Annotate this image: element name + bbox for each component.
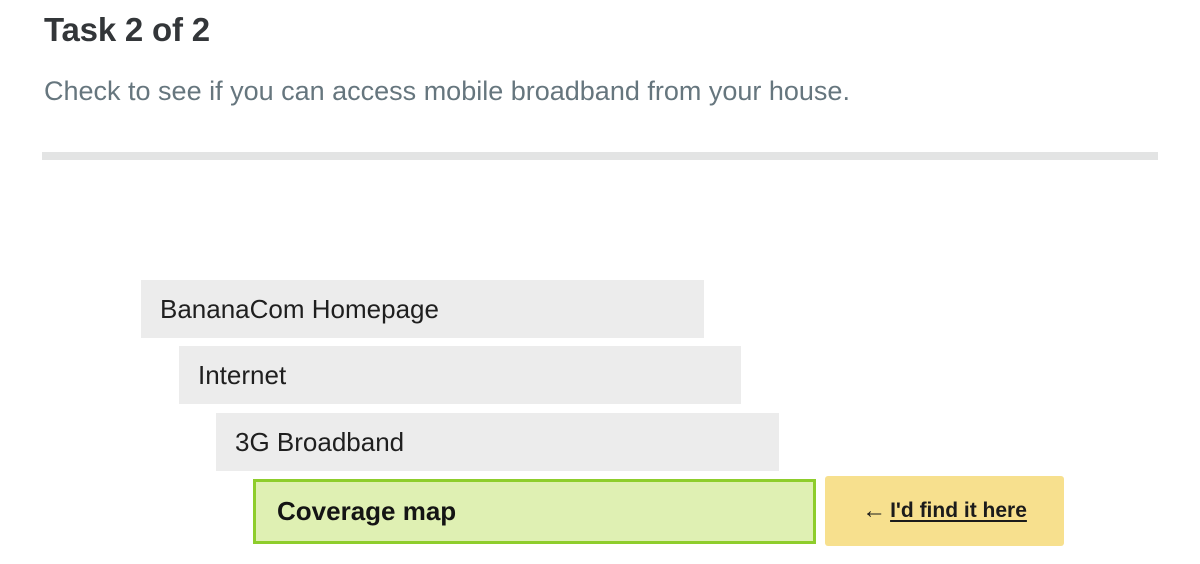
tree-node-bananacom-homepage[interactable]: BananaCom Homepage	[141, 280, 704, 338]
tree-node-3g-broadband[interactable]: 3G Broadband	[216, 413, 779, 471]
find-it-here-label: I'd find it here	[890, 499, 1027, 522]
tree-node-coverage-map-selected[interactable]: Coverage map	[253, 479, 816, 544]
tree-node-label: 3G Broadband	[235, 426, 405, 457]
tree-node-internet[interactable]: Internet	[179, 346, 741, 404]
tree-node-label: Coverage map	[277, 496, 457, 526]
tree-navigation: BananaCom Homepage Internet 3G Broadband…	[0, 0, 1200, 564]
arrow-left-icon: ←	[862, 497, 887, 524]
tree-node-label: Internet	[198, 359, 287, 390]
tree-node-label: BananaCom Homepage	[160, 293, 439, 324]
find-it-here-button[interactable]: ← I'd find it here	[825, 476, 1064, 546]
